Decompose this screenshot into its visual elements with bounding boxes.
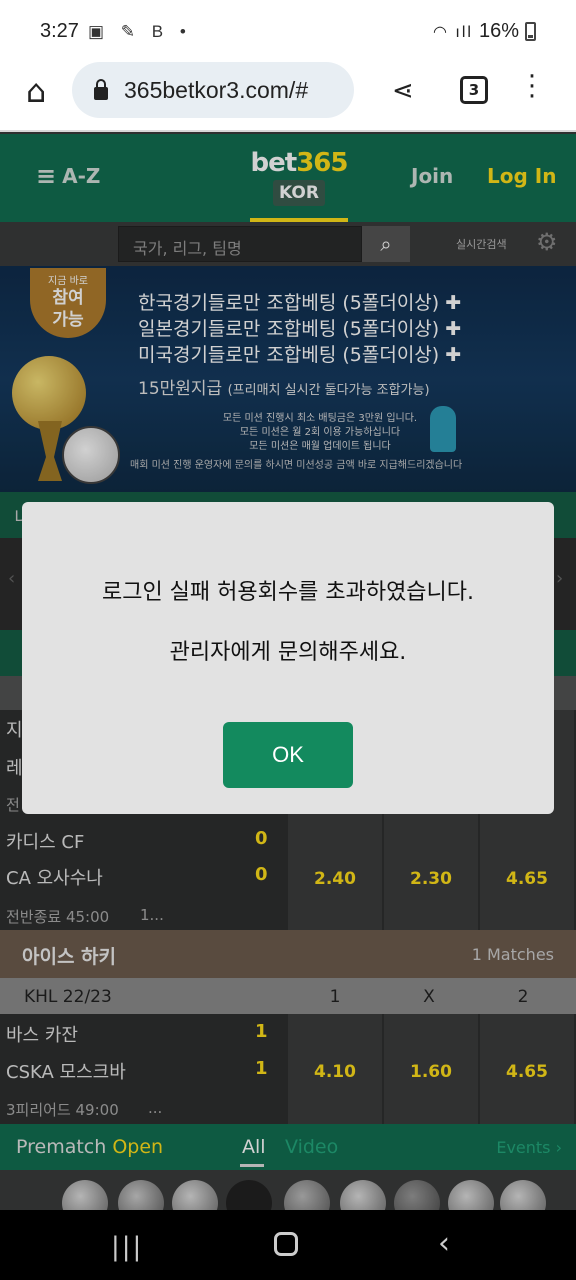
dialog-message-1: 로그인 실패 허용회수를 초과하였습니다. bbox=[101, 580, 475, 605]
login-error-dialog: 로그인 실패 허용회수를 초과하였습니다. 관리자에게 문의해주세요. OK bbox=[22, 502, 554, 814]
address-bar[interactable]: 365betkor3.com/# bbox=[72, 62, 354, 118]
clock: 3:27 bbox=[40, 20, 79, 42]
status-bar: 3:27 ▣ ✎ B • ◠ ıll 16% bbox=[0, 0, 576, 62]
notification-icons: ▣ ✎ B • bbox=[88, 22, 192, 41]
battery-percent: 16% bbox=[478, 20, 519, 42]
home-icon[interactable]: ⌂ bbox=[18, 74, 54, 110]
wifi-signal-icon: ◠ ıll bbox=[433, 23, 473, 41]
lock-icon bbox=[94, 78, 108, 100]
android-nav-bar: ||| ‹ bbox=[0, 1210, 576, 1280]
ok-button[interactable]: OK bbox=[223, 722, 353, 788]
url-text: 365betkor3.com/# bbox=[124, 76, 309, 103]
home-nav-icon[interactable] bbox=[274, 1232, 298, 1256]
overflow-menu-icon[interactable]: · · · bbox=[522, 64, 542, 110]
system-indicators: ◠ ıll 16% bbox=[433, 20, 536, 43]
browser-toolbar: ⌂ 365betkor3.com/# ⋖ 3 · · · bbox=[0, 62, 576, 132]
share-icon[interactable]: ⋖ bbox=[392, 76, 414, 106]
dialog-message-2: 관리자에게 문의해주세요. bbox=[169, 640, 407, 665]
back-icon[interactable]: ‹ bbox=[438, 1226, 450, 1261]
tab-switcher-button[interactable]: 3 bbox=[460, 76, 488, 104]
recents-icon[interactable]: ||| bbox=[111, 1232, 143, 1262]
battery-icon bbox=[525, 22, 536, 41]
